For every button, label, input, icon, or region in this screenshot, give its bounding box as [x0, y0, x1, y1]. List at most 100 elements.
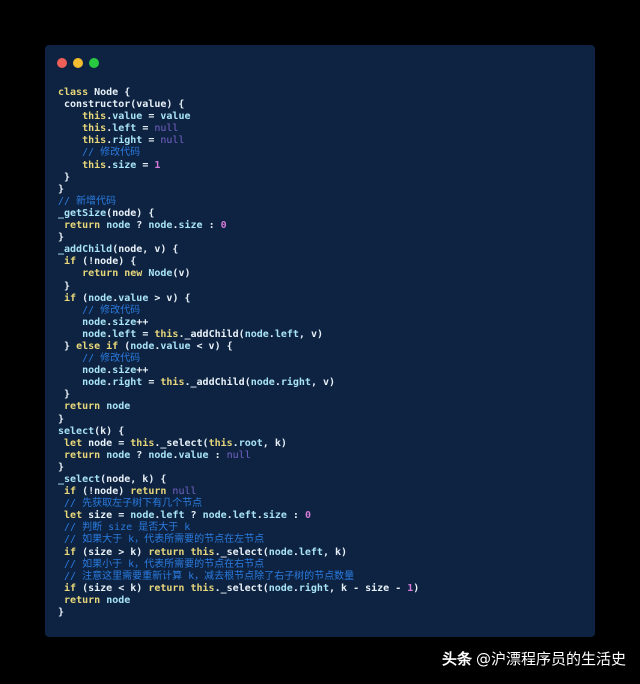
code-token: : — [202, 220, 221, 232]
code-token: node — [130, 340, 155, 352]
code-token: left — [112, 123, 137, 135]
code-token: } — [58, 607, 65, 619]
code-line: return node — [58, 401, 419, 413]
code-token: node — [268, 582, 293, 594]
code-token: left — [274, 328, 299, 340]
code-token: _select — [58, 474, 101, 485]
code-line: // 修改代码 — [58, 353, 419, 365]
code-token: left — [112, 328, 137, 340]
code-token: node — [106, 401, 131, 413]
code-token: size = — [88, 510, 131, 522]
code-token: } — [58, 183, 65, 195]
watermark-brand: 头条 — [441, 650, 472, 668]
code-token: value — [178, 449, 209, 461]
code-token: right — [298, 582, 329, 594]
code-line: } — [58, 462, 419, 474]
code-line: } — [58, 389, 419, 401]
code-token: size — [262, 510, 287, 522]
code-token: return — [130, 486, 173, 498]
code-token: = — [136, 328, 155, 340]
code-window: class Node { constructor(value) { this.v… — [45, 45, 595, 637]
code-token: ._select( — [214, 582, 269, 594]
code-token: > v) { — [148, 292, 191, 304]
code-line: } — [58, 414, 419, 426]
code-token: (node) { — [106, 207, 155, 219]
code-token: } — [58, 171, 71, 183]
code-token: ) — [413, 582, 420, 594]
code-token: ._select( — [154, 437, 209, 449]
code-token: , k) — [262, 437, 287, 449]
code-token: (!node) { — [76, 256, 137, 268]
code-token: Node — [148, 268, 173, 280]
code-token: value — [112, 111, 143, 123]
code-token: return this — [148, 582, 215, 594]
code-token: } — [58, 389, 71, 401]
code-token: if — [64, 486, 77, 498]
code-token: ._addChild( — [178, 328, 245, 340]
code-token: right — [280, 377, 311, 389]
code-token: node — [106, 220, 131, 232]
code-token: size — [112, 159, 137, 171]
watermark-handle: @沪漂程序员的生活史 — [475, 650, 626, 668]
code-token: node — [244, 328, 269, 340]
code-line: // 如果大于 k，代表所需要的节点在左节点 — [58, 534, 419, 546]
code-token: value — [160, 111, 191, 123]
code-token: node — [148, 220, 173, 232]
code-token: } — [58, 413, 65, 425]
code-line: let node = this._select(this.root, k) — [58, 438, 419, 450]
code-token: this — [82, 111, 107, 123]
code-line: _getSize(node) { — [58, 208, 419, 220]
code-token: , v) — [310, 377, 336, 389]
code-token: value — [118, 292, 149, 304]
code-token: right — [112, 377, 143, 389]
code-token: node — [148, 449, 173, 461]
code-token: value — [160, 340, 191, 352]
maximize-dot-icon — [89, 58, 99, 68]
code-token: // 先获取左子树下有几个节点 — [64, 498, 203, 510]
code-line: } — [58, 281, 419, 293]
code-line: this.value = value — [58, 111, 419, 123]
code-token: if — [64, 546, 77, 558]
code-token: if — [64, 256, 77, 268]
code-token: class — [58, 87, 95, 98]
code-token: } — [58, 232, 65, 244]
code-token: < v) { — [190, 340, 233, 352]
code-token: return new — [82, 268, 149, 280]
code-line: this.right = null — [58, 135, 419, 147]
code-token: ._addChild( — [184, 377, 251, 389]
code-token: } — [58, 461, 65, 473]
close-dot-icon — [57, 58, 67, 68]
code-line: } — [58, 184, 419, 196]
code-token: (!node) — [76, 486, 131, 498]
code-token: size — [112, 316, 137, 328]
code-line: // 先获取左子树下有几个节点 — [58, 498, 419, 510]
code-line: let size = node.left ? node.left.size : … — [58, 510, 419, 522]
code-token: , k - size - — [328, 582, 408, 594]
code-token: if — [64, 582, 77, 594]
code-token: ++ — [136, 365, 149, 377]
code-token: root — [238, 437, 263, 449]
code-token: (size > k) — [76, 546, 149, 558]
code-line: // 如果小于 k，代表所需要的节点在右节点 — [58, 559, 419, 571]
code-line: select(k) { — [58, 426, 419, 438]
code-line: class Node { — [58, 87, 419, 99]
code-token: if — [64, 292, 77, 304]
code-token: ? — [130, 449, 149, 461]
watermark: 头条 @沪漂程序员的生活史 — [442, 648, 626, 669]
code-token: (v) — [172, 268, 191, 280]
code-line: return node — [58, 595, 419, 607]
code-token: null — [172, 486, 197, 498]
code-token: node — [82, 316, 107, 328]
code-line: if (size > k) return this._select(node.l… — [58, 547, 419, 559]
code-token: let — [64, 437, 89, 449]
code-token: node — [82, 377, 107, 389]
code-line: return node ? node.size : 0 — [58, 220, 419, 232]
code-token: return this — [148, 546, 215, 558]
code-token: (k) { — [94, 425, 125, 437]
code-token: return — [64, 594, 107, 606]
code-token: 0 — [220, 220, 227, 232]
code-token: = — [136, 159, 155, 171]
code-token: ? — [130, 220, 149, 232]
